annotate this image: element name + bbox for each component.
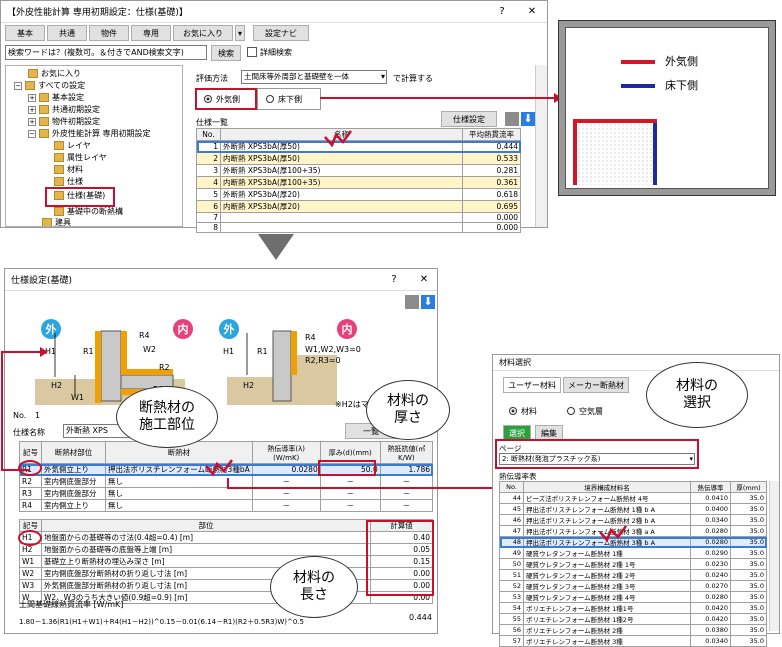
radio-material-label: 材料 (521, 407, 537, 416)
callout-select: 材料の 選択 (646, 362, 748, 428)
page-select-highlight (495, 439, 699, 469)
table-row[interactable]: 47 押出法ポリスチレンフォーム断熱材 3種 a A 0.0280 35.0 (499, 525, 767, 537)
table-row[interactable]: 45 押出法ポリスチレンフォーム断熱材 1種 b A 0.0400 35.0 (499, 503, 767, 515)
radio-air-label: 空気層 (579, 407, 603, 416)
tab-user-material[interactable]: ユーザー材料 (503, 377, 561, 393)
radio-material[interactable] (509, 407, 517, 415)
material-titlebar: 材料選択 (493, 355, 779, 371)
scrollbar[interactable] (769, 481, 779, 631)
cursor-check-icon-3 (599, 525, 628, 543)
callout-thick: 材料の 厚さ (366, 380, 450, 440)
tab-maker-insulation[interactable]: メーカー断熱材 (563, 377, 629, 393)
table-row[interactable]: 49 硬質ウレタンフォーム断熱材 1種 0.0290 35.0 (499, 547, 767, 559)
conductivity-table: No. 境界構成材料名 熱伝導率 厚(mm) 44 ビーズ法ポリスチレンフォーム断… (499, 481, 767, 647)
table-row[interactable]: 57 ポリエチレンフォーム断熱材 3種 0.0340 35.0 (499, 635, 767, 647)
table-row[interactable]: 46 押出法ポリスチレンフォーム断熱材 2種 b A 0.0340 35.0 (499, 514, 767, 526)
table-row[interactable]: 55 ポリエチレンフォーム断熱材 1種2号 0.0420 35.0 (499, 613, 767, 625)
table-row[interactable]: 56 ポリエチレンフォーム断熱材 2種 0.0380 35.0 (499, 624, 767, 636)
callout-part: 断熱材の 施工部位 (116, 386, 218, 448)
callout-length: 材料の 長さ (270, 556, 358, 618)
table-row[interactable]: 54 ポリエチレンフォーム断熱材 1種1号 0.0420 35.0 (499, 602, 767, 614)
table-row[interactable]: 51 硬質ウレタンフォーム断熱材 2種 2号 0.0240 35.0 (499, 569, 767, 581)
table-row[interactable]: 53 硬質ウレタンフォーム断熱材 2種 4号 0.0280 35.0 (499, 591, 767, 603)
radio-air[interactable] (567, 407, 575, 415)
table-row[interactable]: 52 硬質ウレタンフォーム断熱材 2種 3号 0.0270 35.0 (499, 580, 767, 592)
table-row[interactable]: 44 ビーズ法ポリスチレンフォーム断熱材 4号 0.0410 35.0 (499, 492, 767, 504)
table-row[interactable]: 50 硬質ウレタンフォーム断熱材 2種 1号 0.0230 35.0 (499, 558, 767, 570)
table-row[interactable]: 48 押出法ポリスチレンフォーム断熱材 3種 b A 0.0280 35.0 (499, 536, 767, 548)
